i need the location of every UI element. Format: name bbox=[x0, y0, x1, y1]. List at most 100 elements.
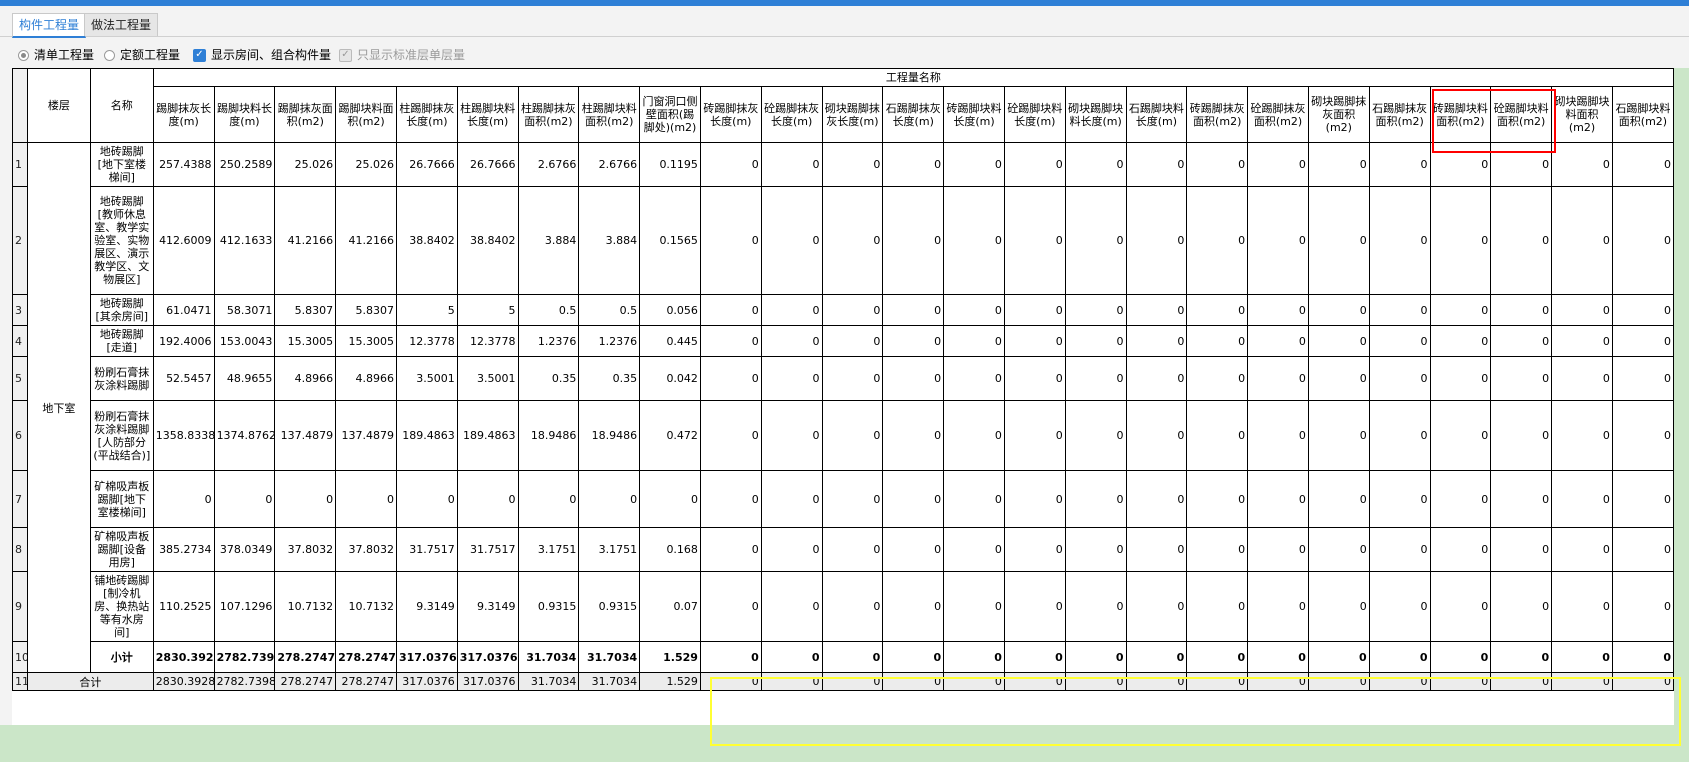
column-header[interactable]: 踢脚抹灰长度(m) bbox=[152, 86, 215, 143]
value-cell[interactable]: 0 bbox=[1064, 356, 1127, 401]
value-cell[interactable]: 0 bbox=[1064, 142, 1127, 187]
total-value-cell[interactable]: 0 bbox=[1064, 672, 1127, 691]
value-cell[interactable]: 37.8032 bbox=[335, 527, 397, 572]
value-cell[interactable]: 0 bbox=[1003, 470, 1066, 528]
total-value-cell[interactable]: 2782.7398 bbox=[213, 672, 276, 691]
total-value-cell[interactable]: 0 bbox=[699, 672, 762, 691]
value-cell[interactable]: 41.2166 bbox=[274, 186, 337, 295]
value-cell[interactable]: 412.6009 bbox=[152, 186, 215, 295]
column-header[interactable]: 踢脚块料长度(m) bbox=[213, 86, 276, 143]
value-cell[interactable]: 0 bbox=[699, 470, 762, 528]
value-cell[interactable]: 385.2734 bbox=[152, 527, 215, 572]
value-cell[interactable]: 2.6766 bbox=[517, 142, 580, 187]
value-cell[interactable]: 0 bbox=[1064, 527, 1127, 572]
value-cell[interactable]: 0 bbox=[1551, 527, 1613, 572]
value-cell[interactable]: 412.1633 bbox=[213, 186, 276, 295]
value-cell[interactable]: 48.9655 bbox=[213, 356, 276, 401]
column-header[interactable]: 石踢脚块料面积(m2) bbox=[1611, 86, 1674, 143]
total-value-cell[interactable]: 278.2747 bbox=[274, 672, 337, 691]
value-cell[interactable]: 12.3778 bbox=[456, 325, 519, 357]
value-cell[interactable]: 0 bbox=[943, 186, 1005, 295]
value-cell[interactable]: 0 bbox=[821, 142, 884, 187]
subtotal-value-cell[interactable]: 317.0376 bbox=[395, 641, 458, 673]
value-cell[interactable]: 0 bbox=[1125, 186, 1188, 295]
value-cell[interactable]: 0 bbox=[1490, 142, 1553, 187]
subtotal-value-cell[interactable]: 0 bbox=[1307, 641, 1370, 673]
subtotal-value-cell[interactable]: 0 bbox=[1551, 641, 1613, 673]
value-cell[interactable]: 0 bbox=[760, 294, 823, 326]
column-header[interactable]: 砌块踢脚抹灰面积(m2) bbox=[1307, 86, 1370, 143]
value-cell[interactable]: 9.3149 bbox=[395, 571, 458, 642]
subtotal-value-cell[interactable]: 0 bbox=[760, 641, 823, 673]
column-header[interactable]: 砌块踢脚块料面积(m2) bbox=[1551, 86, 1613, 143]
value-cell[interactable]: 0 bbox=[1490, 325, 1553, 357]
value-cell[interactable]: 0 bbox=[699, 571, 762, 642]
value-cell[interactable]: 0 bbox=[1429, 400, 1492, 471]
value-cell[interactable]: 153.0043 bbox=[213, 325, 276, 357]
column-header[interactable]: 柱踢脚抹灰面积(m2) bbox=[517, 86, 580, 143]
column-header[interactable]: 踢脚抹灰面积(m2) bbox=[274, 86, 337, 143]
value-cell[interactable]: 0.5 bbox=[517, 294, 580, 326]
value-cell[interactable]: 0 bbox=[1429, 142, 1492, 187]
value-cell[interactable]: 0 bbox=[152, 470, 215, 528]
table-row[interactable]: 4 地砖踢脚[走道] 192.4006 153.0043 15.3005 15.3005 1… bbox=[12, 325, 1674, 357]
value-cell[interactable]: 25.026 bbox=[335, 142, 397, 187]
value-cell[interactable]: 0 bbox=[821, 470, 884, 528]
value-cell[interactable]: 0.1195 bbox=[639, 142, 701, 187]
value-cell[interactable]: 0 bbox=[1611, 142, 1674, 187]
value-cell[interactable]: 0 bbox=[821, 356, 884, 401]
total-value-cell[interactable]: 31.7034 bbox=[517, 672, 580, 691]
value-cell[interactable]: 0 bbox=[1307, 470, 1370, 528]
column-header[interactable]: 柱踢脚块料长度(m) bbox=[456, 86, 519, 143]
value-cell[interactable]: 18.9486 bbox=[517, 400, 580, 471]
total-value-cell[interactable]: 1.529 bbox=[639, 672, 701, 691]
value-cell[interactable]: 0 bbox=[1125, 142, 1188, 187]
value-cell[interactable]: 0 bbox=[1003, 294, 1066, 326]
column-header[interactable]: 砼踢脚块料面积(m2) bbox=[1490, 86, 1553, 143]
value-cell[interactable]: 0 bbox=[1307, 294, 1370, 326]
value-cell[interactable]: 0 bbox=[1003, 325, 1066, 357]
total-value-cell[interactable]: 31.7034 bbox=[578, 672, 641, 691]
subtotal-value-cell[interactable]: 317.0376 bbox=[456, 641, 519, 673]
value-cell[interactable]: 0 bbox=[395, 470, 458, 528]
total-value-cell[interactable]: 2830.3928 bbox=[152, 672, 215, 691]
column-header[interactable]: 石踢脚块料长度(m) bbox=[1125, 86, 1188, 143]
value-cell[interactable]: 1.2376 bbox=[578, 325, 641, 357]
value-cell[interactable]: 3.884 bbox=[517, 186, 580, 295]
value-cell[interactable]: 0 bbox=[1368, 356, 1431, 401]
value-cell[interactable]: 0 bbox=[1186, 400, 1249, 471]
value-cell[interactable]: 0 bbox=[1368, 142, 1431, 187]
value-cell[interactable]: 0 bbox=[1551, 142, 1613, 187]
value-cell[interactable]: 0 bbox=[943, 527, 1005, 572]
checkbox-checked-icon[interactable]: ✓ bbox=[193, 48, 206, 62]
value-cell[interactable]: 0 bbox=[1551, 325, 1613, 357]
value-cell[interactable]: 0 bbox=[1003, 142, 1066, 187]
value-cell[interactable]: 5 bbox=[456, 294, 519, 326]
value-cell[interactable]: 0.35 bbox=[517, 356, 580, 401]
value-cell[interactable]: 0 bbox=[1186, 356, 1249, 401]
subtotal-value-cell[interactable]: 31.7034 bbox=[517, 641, 580, 673]
value-cell[interactable]: 10.7132 bbox=[274, 571, 337, 642]
total-value-cell[interactable]: 0 bbox=[1186, 672, 1249, 691]
value-cell[interactable]: 378.0349 bbox=[213, 527, 276, 572]
value-cell[interactable]: 0 bbox=[760, 470, 823, 528]
value-cell[interactable]: 0 bbox=[821, 527, 884, 572]
value-cell[interactable]: 0 bbox=[1064, 470, 1127, 528]
subtotal-value-cell[interactable]: 0 bbox=[1186, 641, 1249, 673]
total-value-cell[interactable]: 0 bbox=[1125, 672, 1188, 691]
value-cell[interactable]: 0 bbox=[1368, 571, 1431, 642]
value-cell[interactable]: 0 bbox=[882, 294, 945, 326]
quantity-grid[interactable]: 楼层 名称 工程量名称 踢脚抹灰长度(m) 踢脚块料长度(m) 踢脚抹灰面积(m2) 踢脚块… bbox=[12, 68, 1674, 725]
value-cell[interactable]: 189.4863 bbox=[456, 400, 519, 471]
value-cell[interactable]: 0 bbox=[1368, 470, 1431, 528]
value-cell[interactable]: 0 bbox=[1186, 294, 1249, 326]
table-row[interactable]: 8 矿棉吸声板踢脚[设备用房] 385.2734 378.0349 37.8032 37.… bbox=[12, 527, 1674, 572]
value-cell[interactable]: 0 bbox=[1003, 571, 1066, 642]
value-cell[interactable]: 0 bbox=[760, 571, 823, 642]
value-cell[interactable]: 0 bbox=[699, 356, 762, 401]
value-cell[interactable]: 0 bbox=[882, 527, 945, 572]
value-cell[interactable]: 0 bbox=[1368, 325, 1431, 357]
value-cell[interactable]: 0 bbox=[1307, 142, 1370, 187]
value-cell[interactable]: 0 bbox=[1125, 294, 1188, 326]
value-cell[interactable]: 0.07 bbox=[639, 571, 701, 642]
